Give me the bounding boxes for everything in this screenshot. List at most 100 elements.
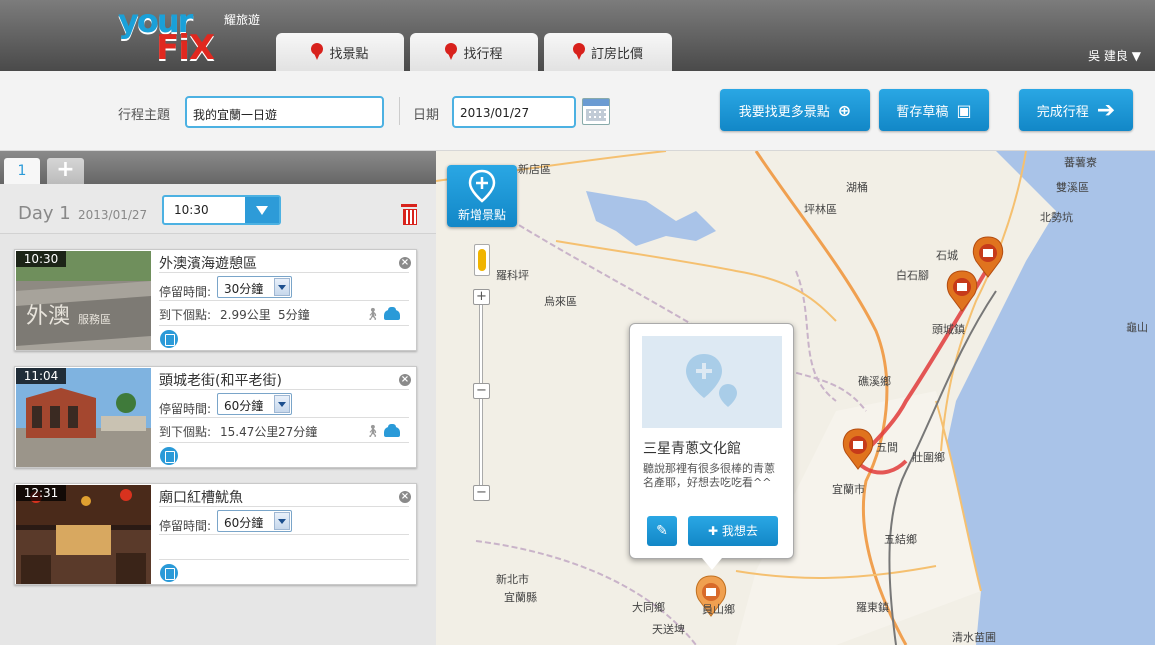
item-title[interactable]: 外澳濱海遊憩區 <box>159 253 257 273</box>
tab-find-spots[interactable]: 找景點 <box>276 33 404 71</box>
trip-toolbar: 行程主題 我的宜蘭一日遊 日期 2013/01/27 我要找更多景點 ⊕ 暫存草… <box>0 71 1155 151</box>
note-icon[interactable] <box>160 447 178 465</box>
theme-label: 行程主題 <box>118 108 171 123</box>
popup-description: 聽說那裡有很多很棒的青蔥名產耶，好想去吃吃看^^ <box>643 462 775 489</box>
find-more-spots-button[interactable]: 我要找更多景點 ⊕ <box>720 89 870 131</box>
caret-down-icon: ▼ <box>1131 49 1141 63</box>
note-icon[interactable] <box>160 564 178 582</box>
edit-icon[interactable]: ✎ <box>647 516 677 546</box>
day-tabs: 1 + <box>0 151 436 184</box>
divider <box>159 389 409 390</box>
add-spot-button[interactable]: 新增景點 <box>447 165 517 227</box>
map-label: 白石腳 <box>896 269 929 282</box>
map-view[interactable]: 新店區 坪林區 湖桶 蕃薯寮 雙溪區 北勢坑 白石腳 石城 羅科坪 烏來區 頭城… <box>436 151 1155 645</box>
item-title[interactable]: 廟口紅槽魷魚 <box>159 487 243 507</box>
tab-hotel-compare[interactable]: 訂房比價 <box>544 33 672 71</box>
divider <box>159 272 409 273</box>
item-title[interactable]: 頭城老街(和平老街) <box>159 370 282 390</box>
floppy-icon: ▣ <box>956 100 972 120</box>
button-label: 完成行程 <box>1036 104 1089 120</box>
finish-trip-button[interactable]: 完成行程 ➔ <box>1019 89 1133 131</box>
stay-value: 30分鐘 <box>224 282 264 296</box>
zoom-in-icon: ⊕ <box>837 100 852 120</box>
yourfix-logo[interactable]: your FiX 耀旅遊 <box>118 2 268 68</box>
time-badge: 12:31 <box>16 485 66 501</box>
map-label: 宜蘭縣 <box>504 591 537 604</box>
close-icon[interactable]: × <box>399 257 411 269</box>
street-view-pegman[interactable] <box>474 244 490 276</box>
tab-day-1[interactable]: 1 <box>4 158 40 184</box>
travel-time: 27分鐘 <box>278 425 318 439</box>
tab-label: 找景點 <box>329 46 369 62</box>
itinerary-item[interactable]: 12:31 廟口紅槽魷魚 × 停留時間: 60分鐘 <box>14 483 417 585</box>
car-icon[interactable] <box>384 424 400 437</box>
stay-duration-select[interactable]: 60分鐘 <box>217 393 292 415</box>
close-icon[interactable]: × <box>399 374 411 386</box>
trash-icon[interactable] <box>401 204 417 225</box>
divider <box>159 442 409 443</box>
save-draft-button[interactable]: 暫存草稿 ▣ <box>879 89 989 131</box>
map-label: 壯圍鄉 <box>912 451 945 464</box>
stay-duration-select[interactable]: 30分鐘 <box>217 276 292 298</box>
stay-value: 60分鐘 <box>224 516 264 530</box>
arrow-right-icon: ➔ <box>1096 97 1116 123</box>
map-label: 五間 <box>876 441 898 454</box>
stay-duration-select[interactable]: 60分鐘 <box>217 510 292 532</box>
plus-icon: ✚ <box>708 524 722 538</box>
map-pin-icon <box>445 43 458 61</box>
svg-text:服務區: 服務區 <box>78 312 111 326</box>
want-to-go-button[interactable]: ✚ 我想去 <box>688 516 778 546</box>
itinerary-item[interactable]: 外澳 服務區 10:30 外澳濱海遊憩區 × 停留時間: 30分鐘 到下個點: … <box>14 249 417 351</box>
map-label: 清水苗圃 <box>952 631 996 644</box>
map-label: 礁溪鄉 <box>858 375 891 388</box>
divider <box>399 97 400 125</box>
divider <box>159 325 409 326</box>
add-pin-icon <box>686 354 737 407</box>
zoom-out-button[interactable]: − <box>473 485 490 501</box>
map-label: 坪林區 <box>804 203 837 216</box>
popup-title: 三星青蔥文化館 <box>643 441 741 457</box>
walk-icon[interactable]: 🚶︎ <box>365 424 380 438</box>
walk-icon[interactable]: 🚶︎ <box>365 307 380 321</box>
zoom-slider-handle[interactable]: − <box>473 383 490 399</box>
divider <box>159 534 409 535</box>
tab-find-trips[interactable]: 找行程 <box>410 33 538 71</box>
date-input[interactable]: 2013/01/27 <box>452 96 576 128</box>
add-spot-label: 新增景點 <box>457 208 506 222</box>
map-label: 龜山 <box>1126 321 1148 334</box>
start-time-select[interactable]: 10:30 <box>162 195 281 225</box>
close-icon[interactable]: × <box>399 491 411 503</box>
itinerary-item[interactable]: 11:04 頭城老街(和平老街) × 停留時間: 60分鐘 到下個點: 15.4… <box>14 366 417 468</box>
car-icon[interactable] <box>384 307 400 320</box>
dropdown-arrow-icon <box>274 278 290 296</box>
divider <box>159 417 409 418</box>
map-label: 湖桶 <box>846 181 868 194</box>
zoom-in-button[interactable]: + <box>473 289 490 305</box>
user-menu[interactable]: 吳 建良 ▼ <box>1088 47 1141 64</box>
calendar-icon[interactable] <box>582 98 610 125</box>
tab-label: 訂房比價 <box>590 46 643 62</box>
stay-label: 停留時間: <box>159 285 212 299</box>
map-label: 北勢坑 <box>1040 211 1073 224</box>
map-marker <box>946 270 978 312</box>
add-pin-icon <box>468 169 496 203</box>
travel-time: 5分鐘 <box>278 308 310 322</box>
tab-label: 找行程 <box>463 46 503 62</box>
map-label: 烏來區 <box>544 295 577 308</box>
map-label: 宜蘭市 <box>832 483 865 496</box>
spot-image-placeholder <box>642 336 782 428</box>
note-icon[interactable] <box>160 330 178 348</box>
theme-input[interactable]: 我的宜蘭一日遊 <box>185 96 384 128</box>
map-label: 石城 <box>936 249 958 262</box>
map-label: 員山鄉 <box>702 603 735 616</box>
time-badge: 11:04 <box>16 368 66 384</box>
day-name: Day 1 <box>18 203 71 224</box>
map-label: 天送埤 <box>652 623 685 636</box>
date-label: 日期 <box>413 108 440 123</box>
map-label: 頭城鎮 <box>932 323 965 336</box>
dropdown-arrow-icon <box>274 512 290 530</box>
day-header: Day 1 2013/01/27 10:30 <box>0 184 436 234</box>
zoom-control[interactable]: + − − <box>473 287 490 503</box>
add-day-button[interactable]: + <box>47 158 84 184</box>
divider <box>159 506 409 507</box>
